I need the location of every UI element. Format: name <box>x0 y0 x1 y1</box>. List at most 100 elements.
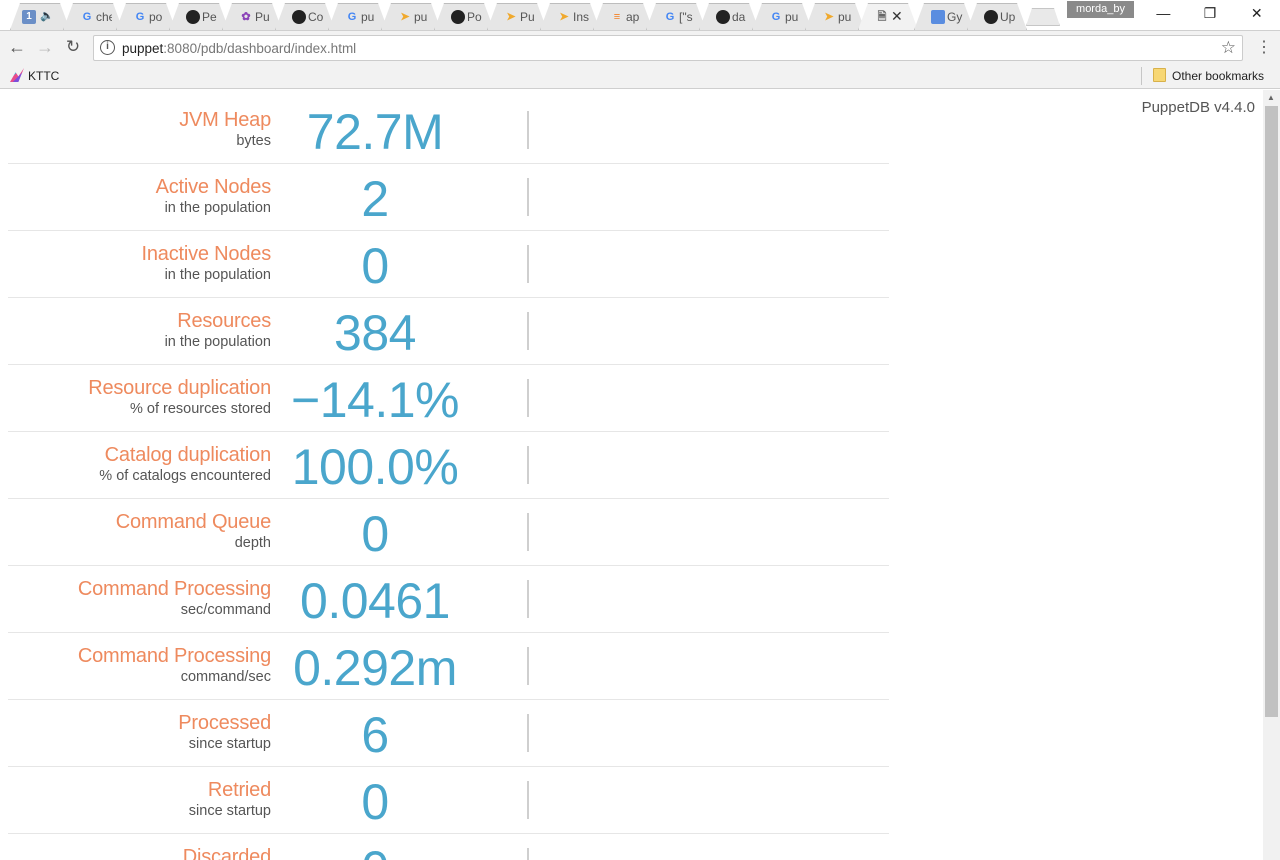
metric-subtitle: in the population <box>164 267 271 283</box>
kttc-logo-icon <box>10 68 24 82</box>
bookmark-star-icon[interactable]: ☆ <box>1221 38 1236 58</box>
sparkline-chart <box>527 245 529 283</box>
metric-value: 2 <box>361 171 389 227</box>
reload-icon[interactable]: ↻ <box>62 36 84 58</box>
browser-tab[interactable]: ✿ Pu <box>222 3 282 30</box>
site-info-icon[interactable]: i <box>100 40 115 55</box>
metric-value: 0 <box>361 774 389 830</box>
browser-tab[interactable]: 🗎 ✕ <box>858 3 918 30</box>
metric-value: 0 <box>361 238 389 294</box>
metric-value: 0 <box>275 841 475 860</box>
metric-value: 100.0% <box>291 439 459 495</box>
tab-title: Ins <box>573 10 589 24</box>
github-icon <box>715 9 731 25</box>
sparkline-chart <box>527 379 529 417</box>
tab-title: pu <box>838 10 852 24</box>
browser-tab[interactable]: Gche <box>63 3 123 30</box>
github-icon <box>185 9 201 25</box>
bookmark-kttc[interactable]: KTTC <box>10 68 59 83</box>
new-tab-button[interactable] <box>1026 8 1060 26</box>
address-bar[interactable]: i puppet:8080/pdb/dashboard/index.html ☆ <box>93 35 1243 61</box>
restore-icon[interactable]: ❐ <box>1187 0 1234 30</box>
close-window-icon[interactable]: ✕ <box>1233 0 1280 30</box>
tab-title: po <box>149 10 163 24</box>
puppet-icon: ➤ <box>506 11 516 23</box>
browser-tab[interactable]: Gpu <box>752 3 812 30</box>
browser-tab[interactable]: Up <box>967 3 1027 30</box>
vertical-scrollbar[interactable]: ▲ <box>1263 90 1280 860</box>
browser-tab[interactable]: da <box>699 3 759 30</box>
tab-title: che <box>96 10 112 24</box>
puppet-icon: ➤ <box>559 11 569 23</box>
tab-title: ["s <box>679 10 693 24</box>
metric-value: 384 <box>334 305 416 361</box>
metric-value: 0.292m <box>293 640 457 696</box>
sparkline-chart <box>527 781 529 819</box>
google-icon: G <box>135 11 145 23</box>
metric-row: Active Nodes in the population 2 <box>8 164 889 231</box>
menu-kebab-icon[interactable]: ⋮ <box>1256 37 1272 57</box>
back-arrow-icon[interactable]: ← <box>6 36 28 58</box>
sparkline-chart <box>527 513 529 551</box>
browser-tab[interactable]: ➤ Pu <box>487 3 547 30</box>
tab-count-badge: 1 <box>22 10 36 24</box>
metric-subtitle: bytes <box>236 133 271 149</box>
sparkline-chart <box>527 714 529 752</box>
scroll-up-arrow-icon[interactable]: ▲ <box>1267 93 1275 102</box>
github-icon <box>450 9 466 25</box>
browser-tab[interactable]: ≡ ap <box>593 3 653 30</box>
browser-tab[interactable]: G ["s <box>646 3 706 30</box>
browser-tab[interactable]: Gy <box>914 3 974 30</box>
blue-app-icon <box>930 9 946 25</box>
browser-tab[interactable]: Co <box>275 3 335 30</box>
metric-subtitle: in the population <box>164 200 271 216</box>
metric-title: Command Queue <box>115 511 271 533</box>
browser-tab[interactable]: Po <box>434 3 494 30</box>
metric-title: Active Nodes <box>155 176 272 198</box>
metric-row: Resources in the population 384 <box>8 298 889 365</box>
browser-tab[interactable]: ➤ pu <box>805 3 865 30</box>
tab-title: Pu <box>520 10 535 24</box>
browser-tab[interactable]: Gpu <box>328 3 388 30</box>
metric-row: Catalog duplication % of catalogs encount… <box>8 432 889 499</box>
url-host: puppet <box>122 41 164 56</box>
browser-tab[interactable]: Pe <box>169 3 229 30</box>
bookmark-kttc-label: KTTC <box>28 69 60 83</box>
tab-strip: 1🔈GcheGpoPe✿PuCoGpu➤puPo➤Pu➤Ins≡apG["sda… <box>0 0 1280 30</box>
metric-title: Processed <box>178 712 271 734</box>
minimize-icon[interactable]: — <box>1140 0 1187 30</box>
speaker-icon[interactable]: 🔈 <box>40 9 54 22</box>
google-icon: G <box>771 11 781 23</box>
profile-button[interactable]: morda_by <box>1067 1 1134 18</box>
browser-tab[interactable]: ➤ pu <box>381 3 441 30</box>
bookmarks-divider <box>1141 67 1142 85</box>
metric-row: Discarded 0 <box>8 834 889 860</box>
metric-value: −14.1% <box>291 372 459 428</box>
browser-tab[interactable]: ➤ Ins <box>540 3 600 30</box>
tab-title: Pe <box>202 10 217 24</box>
metric-subtitle: depth <box>234 535 271 551</box>
google-icon: G <box>347 11 357 23</box>
forward-arrow-icon[interactable]: → <box>34 36 56 58</box>
scrollbar-thumb[interactable] <box>1265 106 1278 717</box>
metric-title: Resources <box>177 310 271 332</box>
tab-title: Pu <box>255 10 270 24</box>
browser-tab[interactable]: Gpo <box>116 3 176 30</box>
metric-row: JVM Heap bytes 72.7M <box>8 97 889 164</box>
metric-title: Catalog duplication <box>104 444 272 466</box>
metric-title: Retried <box>207 779 271 801</box>
folder-icon <box>1153 68 1166 82</box>
page-content: PuppetDB v4.4.0 JVM Heap bytes 72.7M Active… <box>0 90 1263 860</box>
other-bookmarks[interactable]: Other bookmarks <box>1153 68 1264 83</box>
stackoverflow-icon: ≡ <box>613 11 621 23</box>
puppet-purple-icon: ✿ <box>241 11 251 23</box>
browser-tab[interactable]: 1 🔈 <box>10 3 70 30</box>
metric-row: Retried since startup 0 <box>8 767 889 834</box>
metric-subtitle: % of resources stored <box>129 401 271 417</box>
github-icon <box>291 9 307 25</box>
window-controls: — ❐ ✕ <box>1140 0 1280 30</box>
puppet-icon: ➤ <box>400 11 410 23</box>
url-text[interactable]: puppet:8080/pdb/dashboard/index.html <box>122 41 356 56</box>
tab-close-icon[interactable]: ✕ <box>891 8 903 25</box>
metrics-list: JVM Heap bytes 72.7M Active Nodes in the pop… <box>8 97 889 860</box>
